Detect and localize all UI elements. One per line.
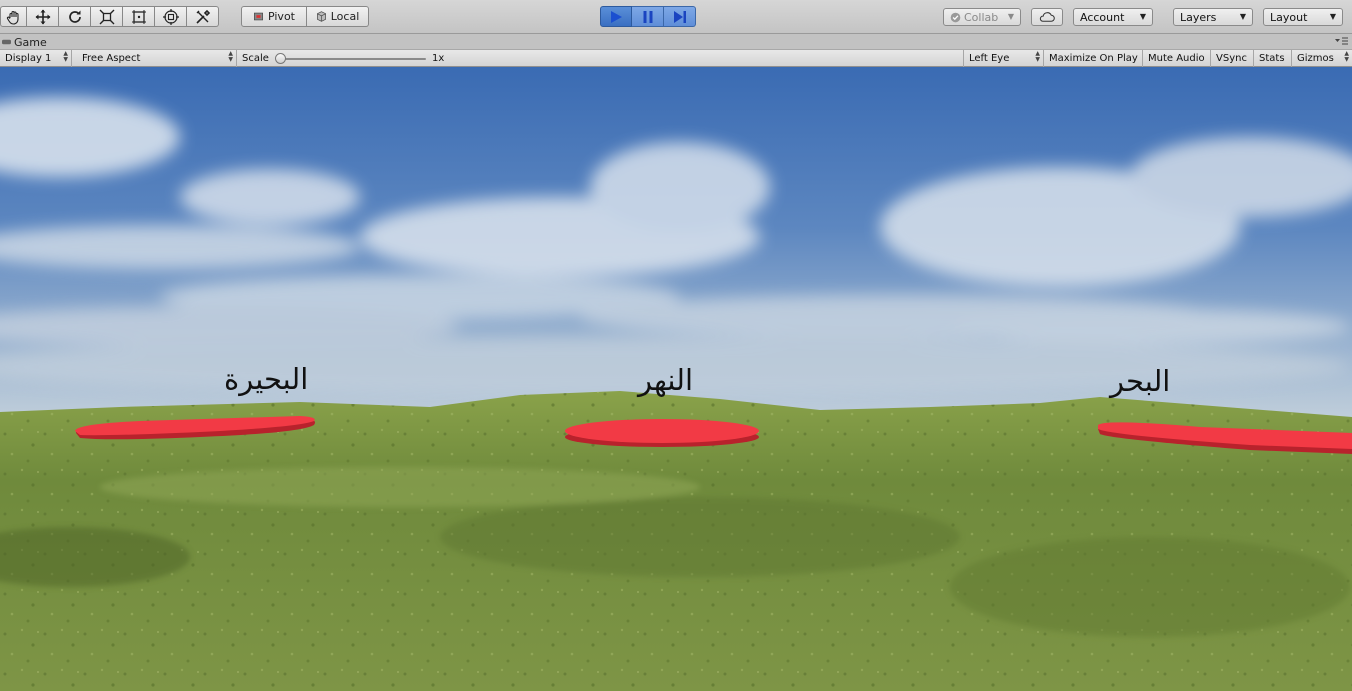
collab-dropdown[interactable]: Collab ▼ xyxy=(943,8,1021,26)
chevron-down-icon: ▼ xyxy=(1139,12,1146,21)
scale-tool-button[interactable] xyxy=(91,6,123,27)
stats-label: Stats xyxy=(1259,53,1285,64)
display-label: Display 1 xyxy=(5,53,52,64)
gizmos-label: Gizmos xyxy=(1297,53,1334,64)
game-tab[interactable]: Game xyxy=(0,35,53,49)
play-icon xyxy=(611,10,622,23)
stats-toggle[interactable]: Stats xyxy=(1254,50,1292,67)
game-controller-icon xyxy=(2,39,11,45)
layout-dropdown[interactable]: Layout ▼ xyxy=(1263,8,1343,26)
label-lake: البحيرة xyxy=(224,362,309,396)
game-viewport[interactable]: البحيرة النهر البحر xyxy=(0,67,1352,691)
step-button[interactable] xyxy=(664,6,696,27)
custom-tool-button[interactable] xyxy=(187,6,219,27)
aspect-label: Free Aspect xyxy=(82,53,141,64)
pivot-icon xyxy=(254,12,263,21)
local-label: Local xyxy=(330,10,360,23)
scale-value: 1x xyxy=(432,53,445,64)
collab-label: Collab xyxy=(964,10,999,24)
hand-tool-button[interactable] xyxy=(0,6,27,27)
cloud-icon xyxy=(1039,12,1055,22)
transform-icon xyxy=(162,8,179,25)
rect-tool-button[interactable] xyxy=(123,6,155,27)
rotate-icon xyxy=(68,10,81,23)
pivot-button[interactable]: Pivot xyxy=(241,6,307,27)
mute-audio-toggle[interactable]: Mute Audio xyxy=(1143,50,1211,67)
chevron-down-icon: ▼ xyxy=(1007,12,1014,21)
account-dropdown[interactable]: Account ▼ xyxy=(1073,8,1153,26)
chevron-down-icon: ▼ xyxy=(1329,12,1336,21)
layout-label: Layout xyxy=(1270,10,1308,24)
label-sea: البحر xyxy=(1110,364,1171,398)
vsync-toggle[interactable]: VSync xyxy=(1211,50,1254,67)
maximize-on-play-toggle[interactable]: Maximize On Play xyxy=(1044,50,1143,67)
tab-menu-icon[interactable] xyxy=(1334,36,1348,46)
scale-slider-track[interactable] xyxy=(280,58,426,60)
updown-arrows-icon: ▲ ▼ xyxy=(63,50,68,63)
hand-icon xyxy=(6,10,19,25)
updown-arrows-icon: ▲ ▼ xyxy=(228,50,233,63)
maximize-on-play-label: Maximize On Play xyxy=(1049,53,1138,64)
play-button[interactable] xyxy=(600,6,632,27)
target-disc-center[interactable] xyxy=(565,419,759,447)
eye-label: Left Eye xyxy=(969,53,1010,64)
pivot-local-toggles: Pivot Local xyxy=(241,6,369,27)
rotate-tool-button[interactable] xyxy=(59,6,91,27)
transform-tools xyxy=(0,6,219,27)
display-dropdown[interactable]: Display 1 ▲ ▼ xyxy=(0,50,72,67)
account-label: Account xyxy=(1080,10,1125,24)
local-cube-icon xyxy=(316,11,326,22)
scale-icon xyxy=(99,9,114,24)
move-tool-button[interactable] xyxy=(27,6,59,27)
scale-label: Scale xyxy=(242,53,269,64)
game-view-controls: Display 1 ▲ ▼ Free Aspect ▲ ▼ Scale 1x Lef… xyxy=(0,49,1352,67)
mute-audio-label: Mute Audio xyxy=(1148,53,1205,64)
rect-icon xyxy=(131,9,146,24)
vsync-label: VSync xyxy=(1216,53,1247,64)
collab-check-icon xyxy=(950,12,961,22)
local-button[interactable]: Local xyxy=(307,6,369,27)
gizmos-dropdown[interactable]: Gizmos ▲ ▼ xyxy=(1292,50,1352,67)
updown-arrows-icon: ▲ ▼ xyxy=(1035,50,1040,63)
chevron-down-icon: ▼ xyxy=(1239,12,1246,21)
pivot-label: Pivot xyxy=(267,10,295,23)
layers-label: Layers xyxy=(1180,10,1217,24)
move-arrows-icon xyxy=(35,9,50,24)
updown-arrows-icon: ▲ ▼ xyxy=(1344,50,1349,63)
scale-slider-thumb[interactable] xyxy=(275,53,286,64)
eye-dropdown[interactable]: Left Eye ▲ ▼ xyxy=(964,50,1044,67)
aspect-dropdown[interactable]: Free Aspect ▲ ▼ xyxy=(77,50,237,67)
transform-tool-button[interactable] xyxy=(155,6,187,27)
layers-dropdown[interactable]: Layers ▼ xyxy=(1173,8,1253,26)
pause-icon xyxy=(643,10,652,23)
cloud-button[interactable] xyxy=(1031,8,1063,26)
main-toolbar: Pivot Local Collab ▼ Account ▼ Layers ▼ … xyxy=(0,0,1352,34)
label-river: النهر xyxy=(638,363,694,397)
tools-icon xyxy=(195,9,210,24)
pause-button[interactable] xyxy=(632,6,664,27)
window-tab-bar: Game xyxy=(0,34,1352,49)
play-controls xyxy=(600,6,696,27)
game-tab-title: Game xyxy=(14,35,47,49)
step-icon xyxy=(673,10,686,23)
